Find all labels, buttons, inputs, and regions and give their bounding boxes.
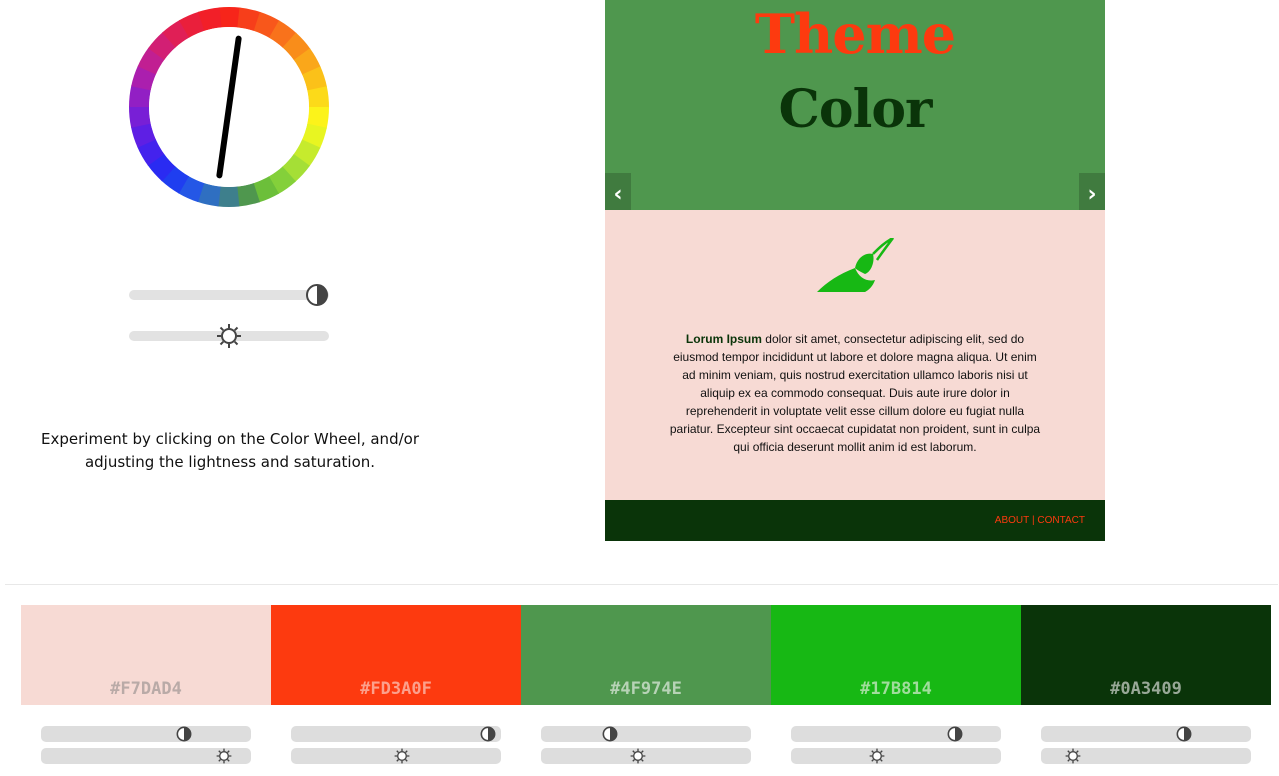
contrast-icon[interactable] [176,726,192,742]
contrast-icon[interactable] [305,283,329,307]
body-copy: dolor sit amet, consectetur adipiscing e… [669,332,1041,454]
swatch-saturation-slider[interactable] [291,726,501,742]
swatch-lightness-slider[interactable] [41,748,251,764]
swatch-hex-label: #17B814 [860,679,932,699]
sun-icon[interactable] [869,748,885,764]
contact-link[interactable]: CONTACT [1037,514,1085,528]
preview-footer: ABOUT | CONTACT [605,500,1105,541]
swatch-hex-label: #4F974E [610,679,682,699]
contrast-icon[interactable] [1176,726,1192,742]
sun-icon[interactable] [216,323,242,349]
next-arrow-button[interactable]: › [1079,173,1105,215]
swatch-saturation-slider[interactable] [1041,726,1251,742]
swatch-hex-label: #F7DAD4 [110,679,182,699]
wheel-segment[interactable] [217,186,240,207]
swatch-lightness-slider[interactable] [791,748,1001,764]
contrast-icon[interactable] [947,726,963,742]
palette-swatch[interactable]: #17B814 [771,605,1021,705]
preview-title-theme: Theme [754,2,956,66]
palette-swatch[interactable]: #F7DAD4 [21,605,271,705]
swatch-saturation-slider[interactable] [791,726,1001,742]
preview-content: Lorum Ipsum dolor sit amet, consectetur … [605,210,1105,500]
instructions-text: Experiment by clicking on the Color Whee… [41,430,419,471]
palette-swatch[interactable]: #4F974E [521,605,771,705]
about-link[interactable]: ABOUT [995,514,1029,528]
palette-swatch[interactable]: #0A3409 [1021,605,1271,705]
color-wheel[interactable] [128,6,330,208]
saturation-slider[interactable] [129,284,329,306]
preview-hero: Theme Color ‹ › [605,0,1105,215]
leaf-logo-icon [817,238,895,292]
contrast-icon[interactable] [602,726,618,742]
palette-swatch[interactable]: #FD3A0F [271,605,521,705]
prev-arrow-button[interactable]: ‹ [605,173,631,215]
preview-title-color: Color [778,79,933,140]
lightness-slider[interactable] [129,324,329,348]
swatch-saturation-slider[interactable] [541,726,751,742]
sun-icon[interactable] [216,748,232,764]
sun-icon[interactable] [630,748,646,764]
preview-body-text: Lorum Ipsum dolor sit amet, consectetur … [667,330,1043,456]
swatch-lightness-slider[interactable] [1041,748,1251,764]
swatch-hex-label: #0A3409 [1110,679,1182,699]
contrast-icon[interactable] [480,726,496,742]
footer-separator: | [1029,515,1038,526]
section-divider [5,584,1278,585]
swatch-saturation-slider[interactable] [41,726,251,742]
swatch-lightness-slider[interactable] [291,748,501,764]
footer-links: ABOUT | CONTACT [995,514,1085,528]
body-lead: Lorum Ipsum [685,332,762,346]
swatch-lightness-slider[interactable] [541,748,751,764]
swatch-hex-label: #FD3A0F [360,679,432,699]
theme-preview: Theme Color ‹ › Lorum Ipsum dolor sit am… [605,0,1105,541]
wheel-segment[interactable] [218,6,241,28]
sun-icon[interactable] [1065,748,1081,764]
sun-icon[interactable] [394,748,410,764]
